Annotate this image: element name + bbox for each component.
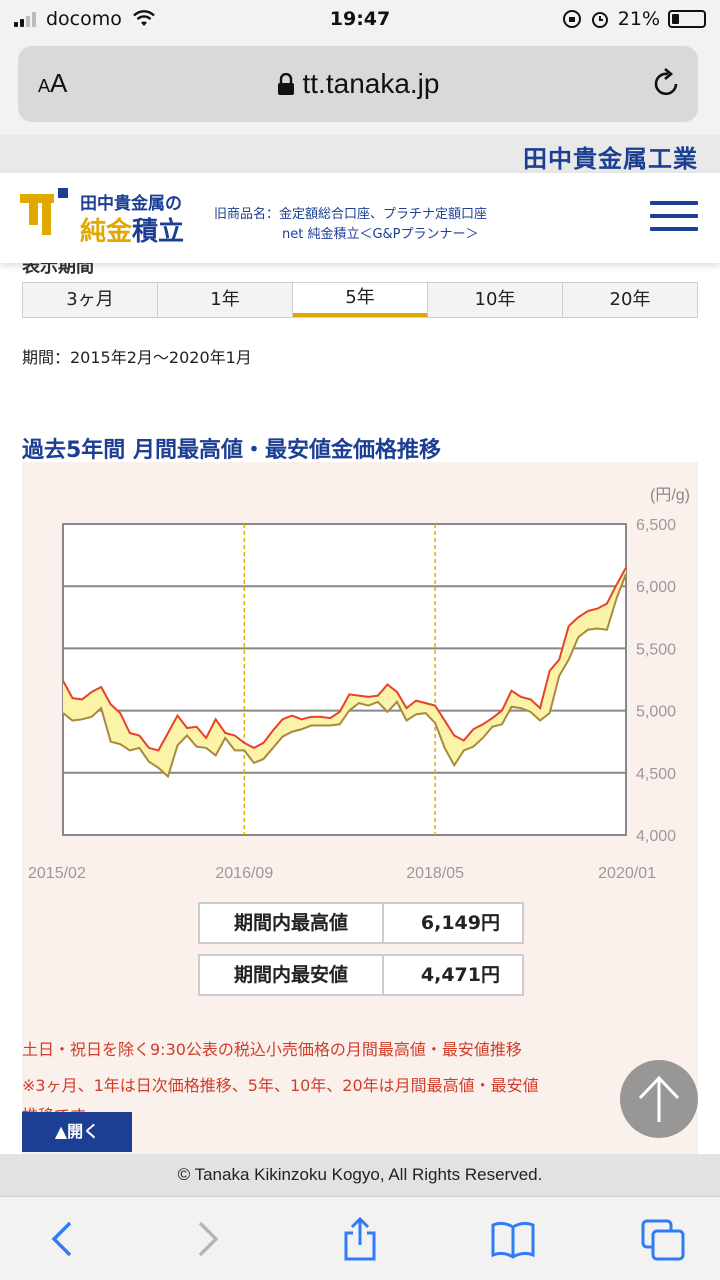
y-tick-label: 4,000 [636, 828, 676, 845]
stat-max-value: 6,149円 [384, 902, 524, 944]
logo-icon[interactable] [20, 188, 72, 240]
stat-min: 期間内最安値 4,471円 [198, 954, 524, 996]
note-line-2: ※3ヶ月、1年は日次価格推移、5年、10年、20年は月間最高値・最安値 [22, 1076, 539, 1095]
x-tick-label: 2016/09 [215, 865, 273, 882]
note-line-1: 土日・祝日を除く9:30公表の税込小売価格の月間最高値・最安値推移 [22, 1040, 522, 1059]
old-product-names-2: net 純金積立＜G&Pプランナー＞ [282, 227, 479, 242]
lock-icon [277, 72, 294, 95]
corporate-name: 田中貴金属工業 [523, 145, 698, 173]
url-text: tt.tanaka.jp [302, 68, 440, 99]
status-bar: docomo 19:47 21% [0, 0, 720, 40]
plot-area [62, 523, 627, 836]
chart-title: 過去5年間 月間最高値・最安値金価格推移 [22, 438, 441, 463]
corporate-band: 田中貴金属工業 [0, 135, 720, 173]
reload-icon[interactable] [650, 66, 682, 100]
stat-max-label: 期間内最高値 [198, 902, 384, 944]
y-tick-label: 5,500 [636, 641, 676, 658]
address-bar[interactable]: AA tt.tanaka.jp [18, 46, 698, 122]
period-range: 期間：2015年2月〜2020年1月 [22, 348, 252, 367]
stat-max: 期間内最高値 6,149円 [198, 902, 524, 944]
period-tabs: 3ヶ月 1年 5年 10年 20年 [22, 282, 698, 318]
stat-min-value: 4,471円 [384, 954, 524, 996]
tab-10years[interactable]: 10年 [428, 283, 563, 317]
x-tick-label: 2015/02 [28, 865, 86, 882]
menu-icon[interactable] [650, 201, 698, 233]
scroll-to-top-button[interactable] [620, 1060, 698, 1138]
battery-icon [668, 10, 706, 28]
back-icon[interactable] [42, 1217, 82, 1261]
arrow-up-icon [638, 1075, 680, 1122]
tab-3months[interactable]: 3ヶ月 [23, 283, 158, 317]
stat-min-label: 期間内最安値 [198, 954, 384, 996]
y-tick-label: 4,500 [636, 766, 676, 783]
alarm-icon [591, 12, 608, 28]
bookmarks-icon[interactable] [490, 1217, 536, 1261]
y-tick-label: 6,000 [636, 579, 676, 596]
tab-5years[interactable]: 5年 [293, 283, 428, 317]
price-chart: (円/g) 6,500 6,000 5,500 5,000 4,500 4,000 201… [28, 487, 690, 882]
share-icon[interactable] [340, 1217, 380, 1261]
y-tick-label: 5,000 [636, 704, 676, 721]
battery-percent: 21% [617, 8, 660, 30]
site-header: 田中貴金属の 純金積立 旧商品名：金定額総合口座、プラチナ定額口座 net 純金… [0, 173, 720, 263]
x-tick-label: 2020/01 [598, 865, 656, 882]
tab-20years[interactable]: 20年 [563, 283, 697, 317]
x-tick-label: 2018/05 [406, 865, 464, 882]
footer-copyright: © Tanaka Kikinzoku Kogyo, All Rights Res… [0, 1154, 720, 1196]
orientation-lock-icon [562, 10, 581, 28]
y-unit-label: (円/g) [650, 487, 690, 504]
forward-icon[interactable] [188, 1217, 228, 1261]
browser-bottom-toolbar [0, 1196, 720, 1280]
browser-toolbar: AA tt.tanaka.jp [0, 40, 720, 135]
brand-title: 純金積立 [80, 217, 185, 247]
expand-button[interactable]: ▲開く [22, 1112, 132, 1152]
chart-section: (円/g) 6,500 6,000 5,500 5,000 4,500 4,000 201… [22, 462, 698, 1154]
tab-1year[interactable]: 1年 [158, 283, 293, 317]
old-product-names: 旧商品名：金定額総合口座、プラチナ定額口座 [214, 207, 488, 222]
tabs-icon[interactable] [640, 1217, 686, 1261]
y-tick-label: 6,500 [636, 517, 676, 534]
price-stats: 期間内最高値 6,149円 期間内最安値 4,471円 [198, 902, 524, 1006]
